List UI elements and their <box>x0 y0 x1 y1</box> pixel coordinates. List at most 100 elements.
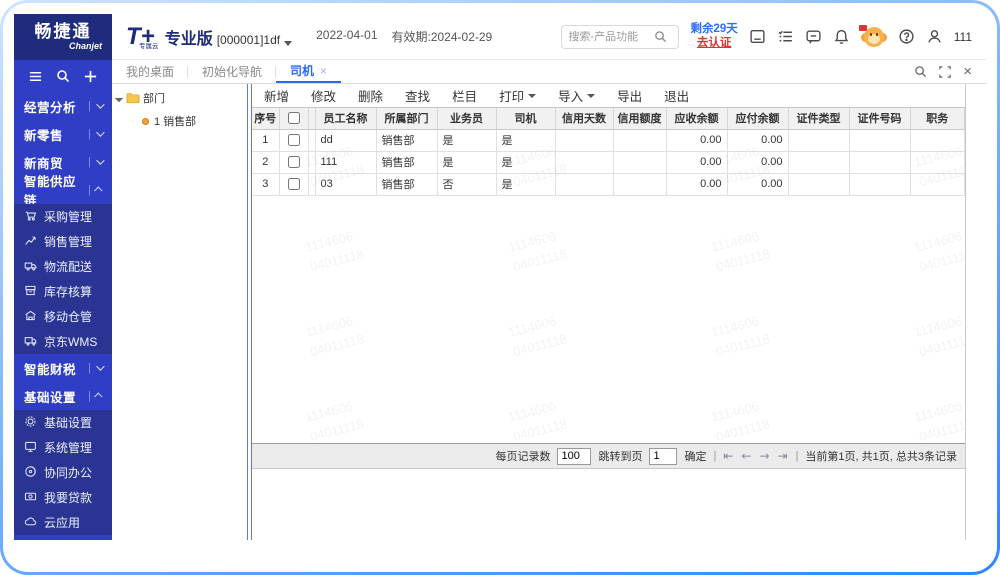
tab-close-icon[interactable]: × <box>320 64 327 78</box>
user-icon[interactable] <box>926 28 943 45</box>
columns-button[interactable]: 栏目 <box>452 86 477 105</box>
delete-button[interactable]: 删除 <box>358 86 383 105</box>
tree-expander-icon[interactable] <box>115 94 123 102</box>
sidebar-item-new-retail[interactable]: 新零售 | <box>14 120 112 148</box>
table-row[interactable]: 2 111 销售部 是 是 0.00 <box>252 151 965 173</box>
go-certify-link[interactable]: 去认证 <box>697 37 732 50</box>
workbench-icon[interactable] <box>749 28 766 45</box>
add-icon[interactable] <box>83 69 98 84</box>
mobile-warehouse-icon <box>24 309 37 325</box>
import-button[interactable]: 导入 <box>558 86 595 105</box>
export-button[interactable]: 导出 <box>617 86 642 105</box>
notification-bell-icon[interactable] <box>833 28 850 45</box>
chevron-down-icon <box>96 128 104 136</box>
sidebar-item-business-analysis[interactable]: 经营分析 | <box>14 92 112 120</box>
sidebar-item-smart-supply-chain[interactable]: 智能供应链 | <box>14 176 112 204</box>
sidebar-item-basic-settings-group[interactable]: 基础设置 | <box>14 382 112 410</box>
col-credit-limit[interactable]: 信用额度 <box>613 108 666 129</box>
confirm-button[interactable]: 确定 <box>684 448 706 464</box>
sidebar-item-smart-finance-tax[interactable]: 智能财税 | <box>14 354 112 382</box>
find-button[interactable]: 查找 <box>405 86 430 105</box>
last-page-icon[interactable]: ⇥ <box>778 449 789 463</box>
prev-page-icon[interactable]: ← <box>741 449 752 463</box>
edition-label: 专业版 <box>165 31 213 49</box>
sidebar-item-jd-wms[interactable]: 京东WMS <box>14 329 112 354</box>
close-icon[interactable]: × <box>963 64 972 79</box>
col-payable[interactable]: 应付余额 <box>727 108 788 129</box>
validity-date: 有效期:2024-02-29 <box>392 28 493 45</box>
per-page-label: 每页记录数 <box>495 448 550 464</box>
table-row[interactable]: 1 dd 销售部 是 是 0.00 <box>252 129 965 151</box>
sidebar-item-sales[interactable]: 销售管理 <box>14 229 112 254</box>
sidebar-item-loan[interactable]: 我要贷款 <box>14 485 112 510</box>
menu-icon[interactable] <box>28 69 43 84</box>
table-row[interactable]: 3 03 销售部 否 是 0.00 <box>252 173 965 195</box>
row-checkbox[interactable] <box>288 178 300 190</box>
department-tree: 部门 1 销售部 <box>112 84 247 540</box>
account-dropdown-caret-icon[interactable] <box>284 41 292 46</box>
col-credit-days[interactable]: 信用天数 <box>555 108 613 129</box>
tab-bar: 我的桌面 初始化导航 司机 × × <box>112 60 986 84</box>
search-icon[interactable] <box>654 30 667 43</box>
trial-days-remaining: 剩余29天 <box>690 23 737 36</box>
tplus-logo: T+专属云 <box>126 25 159 49</box>
col-driver[interactable]: 司机 <box>496 108 555 129</box>
per-page-input[interactable] <box>557 448 591 465</box>
col-salesman[interactable]: 业务员 <box>437 108 496 129</box>
fullscreen-icon[interactable] <box>939 66 951 78</box>
product-search-box[interactable] <box>561 25 679 49</box>
tree-node-department[interactable]: 部门 <box>116 90 243 106</box>
sidebar-item-inventory[interactable]: 库存核算 <box>14 279 112 304</box>
chanjet-logo: 畅捷通 Chanjet <box>14 14 112 60</box>
goto-page-label: 跳转到页 <box>598 448 642 464</box>
sidebar-item-logistics[interactable]: 物流配送 <box>14 254 112 279</box>
system-icon <box>24 440 37 456</box>
sidebar-search-icon[interactable] <box>56 69 70 83</box>
tab-my-desktop[interactable]: 我的桌面 <box>112 60 188 83</box>
first-page-icon[interactable]: ⇤ <box>723 449 734 463</box>
message-icon[interactable] <box>805 28 822 45</box>
col-department[interactable]: 所属部门 <box>376 108 437 129</box>
row-checkbox[interactable] <box>288 134 300 146</box>
sidebar-item-collaboration[interactable]: 协同办公 <box>14 460 112 485</box>
col-select-all[interactable] <box>279 108 308 129</box>
col-seq[interactable]: 序号 <box>252 108 279 129</box>
node-bullet-icon <box>142 118 149 125</box>
sidebar-item-procurement[interactable]: 采购管理 <box>14 204 112 229</box>
help-icon[interactable] <box>898 28 915 45</box>
tabbar-tools: × <box>914 60 986 83</box>
tab-init-navigation[interactable]: 初始化导航 <box>188 60 276 83</box>
search-input[interactable] <box>568 31 654 43</box>
tab-driver[interactable]: 司机 × <box>276 60 341 83</box>
col-job-title[interactable]: 职务 <box>910 108 965 129</box>
collaboration-icon <box>24 465 37 481</box>
col-employee-name[interactable]: 员工名称 <box>315 108 376 129</box>
add-button[interactable]: 新增 <box>264 86 289 105</box>
col-cert-no[interactable]: 证件号码 <box>849 108 910 129</box>
window-frame: 畅捷通 Chanjet T+专属云 专业版 [000001]1df 2022-0… <box>0 0 1000 575</box>
service-mascot-icon[interactable] <box>861 25 887 49</box>
col-indicator <box>308 108 315 129</box>
sidebar-item-system-management[interactable]: 系统管理 <box>14 435 112 460</box>
tab-search-icon[interactable] <box>914 65 927 78</box>
logistics-icon <box>24 259 37 275</box>
col-cert-type[interactable]: 证件类型 <box>788 108 849 129</box>
sidebar-item-cloud-apps[interactable]: 云应用 <box>14 510 112 535</box>
dropdown-caret-icon <box>587 94 595 98</box>
next-page-icon[interactable]: → <box>759 449 770 463</box>
app-window: 畅捷通 Chanjet T+专属云 专业版 [000001]1df 2022-0… <box>14 14 986 540</box>
sidebar-item-mobile-warehouse[interactable]: 移动仓管 <box>14 304 112 329</box>
checklist-icon[interactable] <box>777 28 794 45</box>
edit-button[interactable]: 修改 <box>311 86 336 105</box>
select-all-checkbox[interactable] <box>288 112 300 124</box>
exit-button[interactable]: 退出 <box>664 86 689 105</box>
goto-page-input[interactable] <box>649 448 677 465</box>
chevron-down-icon <box>96 362 104 370</box>
row-checkbox[interactable] <box>288 156 300 168</box>
col-receivable[interactable]: 应收余额 <box>666 108 727 129</box>
sidebar-item-basic-settings[interactable]: 基础设置 <box>14 410 112 435</box>
username-label[interactable]: 111 <box>954 30 972 44</box>
tree-node-sales-dept[interactable]: 1 销售部 <box>142 113 243 129</box>
chevron-down-icon <box>96 156 104 164</box>
print-button[interactable]: 打印 <box>499 86 536 105</box>
